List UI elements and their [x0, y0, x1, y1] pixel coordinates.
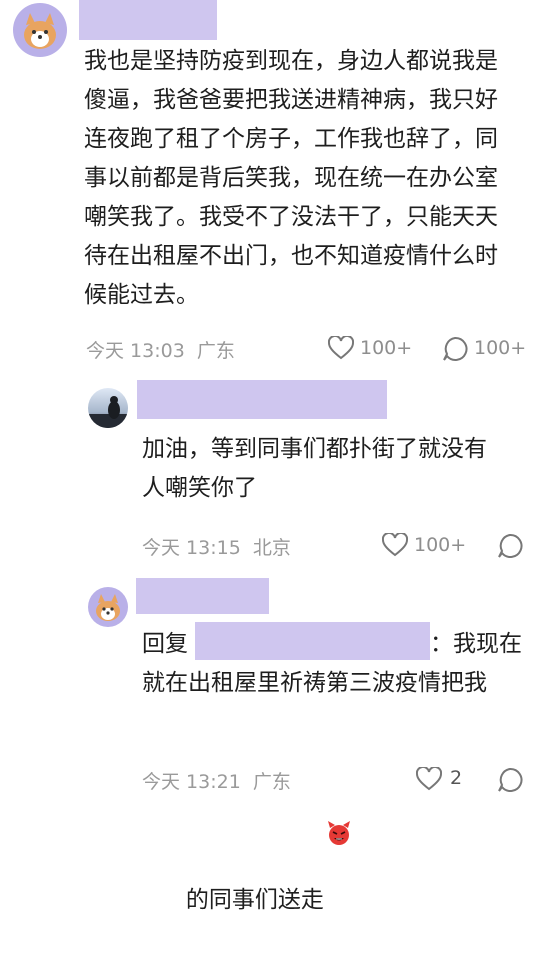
comment-line: 连夜跑了租了个房子，工作我也辞了，同	[84, 126, 498, 152]
avatar[interactable]	[13, 3, 67, 57]
location: 北京	[252, 537, 291, 559]
reply-prefix: 回复	[142, 631, 188, 657]
comment-line: 事以前都是背后笑我，现在统一在办公室	[84, 165, 498, 191]
like-count: 2	[450, 767, 463, 789]
comment-body: 加油，等到同事们都扑街了就没有 人嘲笑你了	[142, 430, 532, 508]
devil-emoji	[326, 742, 385, 924]
comment-icon[interactable]	[442, 336, 468, 362]
comment-line: 待在出租屋不出门，也不知道疫情什么时	[84, 243, 498, 269]
comment-icon[interactable]	[497, 767, 523, 793]
comment-line: 的同事们送走	[142, 703, 532, 963]
location: 广东	[252, 771, 291, 793]
comment-line: 我也是坚持防疫到现在，身边人都说我是	[84, 48, 498, 74]
comment-text: 的同事们送走	[185, 887, 324, 913]
heart-icon[interactable]	[416, 767, 442, 791]
comment-meta: 今天 13:21 广东	[142, 767, 291, 794]
comment-line: 嘲笑我了。我受不了没法干了，只能天天	[84, 204, 498, 230]
heart-icon[interactable]	[328, 336, 354, 360]
avatar[interactable]	[88, 388, 128, 428]
comment-meta: 今天 13:03 广东	[86, 336, 235, 363]
comment-body: 就在出租屋里祈祷第三波疫情把我 的同事们送走	[142, 664, 532, 963]
comment-line: 就在出租屋里祈祷第三波疫情把我	[142, 670, 487, 696]
reply-count: 100+	[474, 337, 527, 359]
reply-suffix: ：我现在	[430, 631, 522, 657]
timestamp: 今天 13:03	[86, 340, 185, 362]
location: 广东	[196, 340, 235, 362]
like-count: 100+	[360, 337, 413, 359]
username-redacted[interactable]	[79, 0, 217, 40]
comment-line: 人嘲笑你了	[142, 475, 257, 501]
comment-line: 候能过去。	[84, 282, 199, 308]
timestamp: 今天 13:21	[142, 771, 241, 793]
reply-target-redacted[interactable]	[195, 622, 430, 660]
like-count: 100+	[414, 534, 467, 556]
comment-icon[interactable]	[497, 533, 523, 559]
timestamp: 今天 13:15	[142, 537, 241, 559]
avatar[interactable]	[88, 587, 128, 627]
heart-icon[interactable]	[382, 533, 408, 557]
comment-line: 傻逼，我爸爸要把我送进精神病，我只好	[84, 87, 498, 113]
comment-line: 加油，等到同事们都扑街了就没有	[142, 436, 487, 462]
comment-meta: 今天 13:15 北京	[142, 533, 291, 560]
username-redacted[interactable]	[137, 380, 387, 419]
username-redacted[interactable]	[136, 578, 269, 614]
comment-body: 我也是坚持防疫到现在，身边人都说我是 傻逼，我爸爸要把我送进精神病，我只好 连夜…	[84, 42, 534, 315]
